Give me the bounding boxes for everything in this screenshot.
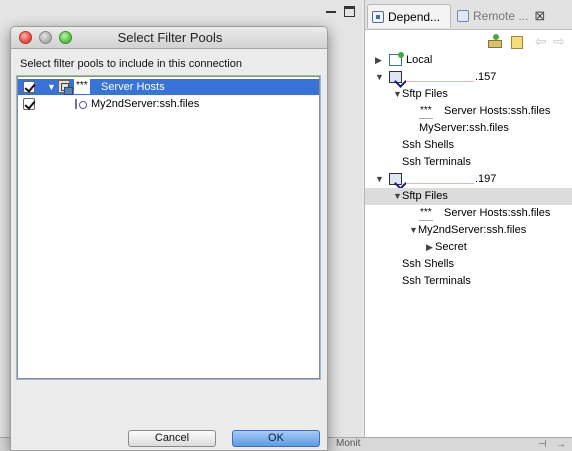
pool-checkbox[interactable] [23,98,35,110]
link-with-editor-icon[interactable] [509,34,523,49]
tree-item-ssh-terminals[interactable]: Ssh Terminals [365,154,572,171]
collapse-arrow-icon[interactable]: ▼ [375,69,384,86]
tree-label: .197 [475,173,497,185]
tree-label: Server Hosts:ssh.files [444,105,551,117]
collapse-arrow-icon[interactable]: ▼ [47,79,56,95]
remote-systems-icon [457,10,469,22]
bottom-tab-label[interactable]: Monit [336,438,360,449]
tree-item-sftp-files[interactable]: ▼ Sftp Files [365,188,572,205]
tree-label: Ssh Terminals [402,275,471,287]
tree-item-host-197[interactable]: ▼ .197 [365,171,572,188]
local-host-icon [389,52,404,66]
expand-arrow-icon[interactable]: ▶ [426,239,433,256]
back-arrow-icon[interactable]: ⇦ [535,34,549,48]
tree-label: Ssh Terminals [402,156,471,168]
tree-label: .157 [475,71,497,83]
redacted-stars: *** [74,79,90,94]
dialog-instruction: Select filter pools to include in this c… [20,58,242,70]
tree-label: Sftp Files [402,190,448,202]
tab-remote-label: Remote ... [473,9,529,23]
pool-label: Server Hosts [101,81,165,93]
minimize-icon[interactable] [326,11,336,13]
new-connection-icon[interactable] [487,34,502,48]
close-tab-icon[interactable]: ⊠ [534,8,545,24]
tree-item-sftp-files[interactable]: ▼ Sftp Files [365,86,572,103]
expand-arrow-icon[interactable]: ▶ [375,52,382,69]
collapse-arrow-icon[interactable]: ▼ [375,171,384,188]
view-tab-bar: Depend... Remote ... ⊠ [365,0,572,30]
tree-item-ssh-shells[interactable]: Ssh Shells [365,137,572,154]
pin-icon[interactable]: → [556,440,566,450]
view-toolbar: ⇦ ⇨ [365,31,572,51]
redacted-hostname [406,183,474,184]
tree-item-host-157[interactable]: ▼ .157 [365,69,572,86]
filter-icon [75,99,89,109]
redacted-stars: *** [419,104,433,119]
dependencies-icon [372,10,384,23]
pool-label: My2ndServer:ssh.files [91,98,200,110]
tree-item-server-hosts-filter[interactable]: *** Server Hosts:ssh.files [365,205,572,222]
filter-pool-icon [58,80,73,95]
tree-label: Local [406,54,433,66]
view-menu-icon[interactable]: ⊣ [538,440,548,450]
tree-label: Secret [435,241,467,253]
pool-item-server-hosts[interactable]: ▼ *** Server Hosts [18,79,319,95]
redacted-hostname [406,81,474,82]
pool-item-my2ndserver[interactable]: My2ndServer:ssh.files [18,96,319,112]
tree-item-local[interactable]: ▶ Local [365,52,572,69]
tree-label: Ssh Shells [402,139,454,151]
editor-window-controls [326,6,358,20]
dialog-titlebar: Select Filter Pools [11,27,327,49]
tree-item-server-hosts-filter[interactable]: *** Server Hosts:ssh.files [365,103,572,120]
cancel-button[interactable]: Cancel [128,430,216,447]
tree-label: Ssh Shells [402,258,454,270]
tree-item-my2ndserver-filter[interactable]: ▼ My2ndServer:ssh.files [365,222,572,239]
collapse-arrow-icon[interactable]: ▼ [409,222,418,239]
remote-systems-view: Depend... Remote ... ⊠ ⇦ ⇨ ▶ Local ▼ .15… [364,0,572,437]
select-filter-pools-dialog: Select Filter Pools Select filter pools … [10,26,328,451]
tree-label: My2ndServer:ssh.files [418,224,527,236]
tree-item-ssh-shells[interactable]: Ssh Shells [365,256,572,273]
tree-item-ssh-terminals[interactable]: Ssh Terminals [365,273,572,290]
ok-button[interactable]: OK [232,430,320,447]
tree-item-myserver-filter[interactable]: MyServer:ssh.files [365,120,572,137]
tab-dependencies-label: Depend... [388,9,441,24]
tree-label: MyServer:ssh.files [419,122,509,134]
pool-checkbox[interactable] [23,81,35,93]
filter-pool-list: ▼ *** Server Hosts My2ndServer:ssh.files [17,76,320,379]
ssh-host-icon [389,173,402,185]
ssh-host-icon [389,71,402,83]
forward-arrow-icon[interactable]: ⇨ [553,34,567,48]
maximize-icon[interactable] [344,6,355,17]
tab-dependencies[interactable]: Depend... [367,4,451,28]
tree-label: Sftp Files [402,88,448,100]
tab-remote-systems[interactable]: Remote ... ⊠ [453,4,571,28]
collapse-arrow-icon[interactable]: ▼ [393,188,402,205]
dialog-title: Select Filter Pools [117,30,223,45]
tree-label: Server Hosts:ssh.files [444,207,551,219]
redacted-stars: *** [419,206,433,221]
tree-item-secret[interactable]: ▶ Secret [365,239,572,256]
collapse-arrow-icon[interactable]: ▼ [393,86,402,103]
